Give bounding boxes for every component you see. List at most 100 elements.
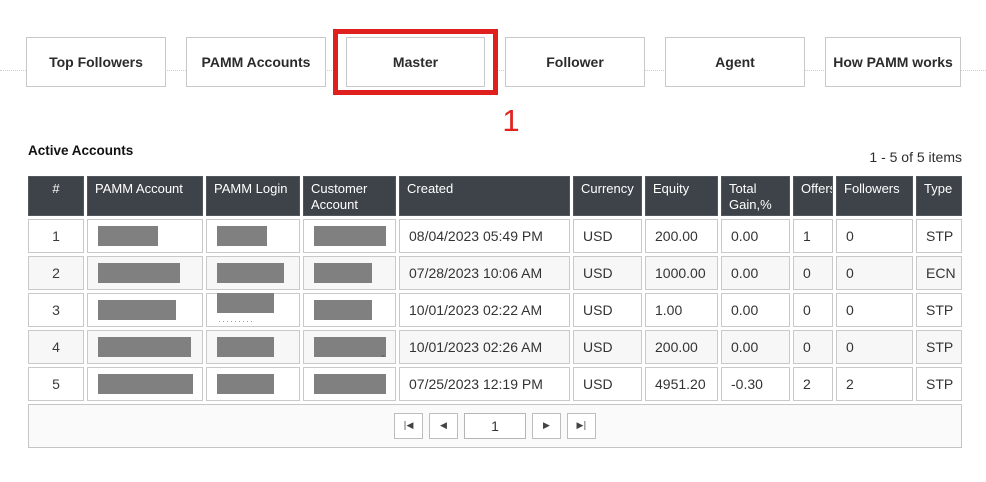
customer-account-cell	[303, 256, 396, 290]
type-cell: STP	[916, 330, 962, 364]
followers-value: 2	[846, 376, 854, 392]
prev-page-button[interactable]: ◀	[429, 413, 458, 439]
customer-account-cell	[303, 219, 396, 253]
redaction-ghost-text: ·········	[218, 318, 254, 324]
redaction-remnant-dash: -	[381, 348, 385, 362]
pamm-login-cell	[206, 330, 300, 364]
equity-value: 200.00	[655, 339, 698, 355]
tab-pamm-accounts[interactable]: PAMM Accounts	[186, 37, 326, 87]
currency-cell: USD	[573, 330, 642, 364]
pamm-account-cell	[87, 293, 203, 327]
column-header-customer-account: Customer Account	[303, 176, 396, 216]
tab-how-pamm-works[interactable]: How PAMM works	[825, 37, 961, 87]
currency-value: USD	[583, 265, 613, 281]
created-cell: 07/28/2023 10:06 AM	[399, 256, 570, 290]
annotation-step-number: 1	[495, 103, 527, 139]
pagination-bar: |◀ ◀ ▶ ▶|	[28, 404, 962, 448]
total-gain-cell: 0.00	[721, 256, 790, 290]
redacted-pamm-account	[98, 226, 158, 246]
type-value: STP	[926, 339, 953, 355]
currency-value: USD	[583, 228, 613, 244]
created-cell: 10/01/2023 02:26 AM	[399, 330, 570, 364]
column-header-type: Type	[916, 176, 962, 216]
created-cell: 08/04/2023 05:49 PM	[399, 219, 570, 253]
active-accounts-table: #PAMM AccountPAMM LoginCustomer AccountC…	[28, 176, 962, 448]
customer-account-cell	[303, 293, 396, 327]
total-gain-value: 0.00	[731, 339, 758, 355]
last-page-button[interactable]: ▶|	[567, 413, 596, 439]
row-number-cell: 1	[28, 219, 84, 253]
column-header-equity: Equity	[645, 176, 718, 216]
redacted-customer-account	[314, 263, 372, 283]
annotation-highlight-box: Master	[333, 29, 498, 95]
redacted-customer-account	[314, 374, 386, 394]
row-number-cell: 3	[28, 293, 84, 327]
currency-value: USD	[583, 302, 613, 318]
column-header-currency: Currency	[573, 176, 642, 216]
customer-account-cell	[303, 367, 396, 401]
redacted-customer-account	[314, 337, 386, 357]
type-cell: ECN	[916, 256, 962, 290]
equity-cell: 4951.20	[645, 367, 718, 401]
next-page-button[interactable]: ▶	[532, 413, 561, 439]
offers-cell: 0	[793, 256, 833, 290]
currency-cell: USD	[573, 293, 642, 327]
page-number-input[interactable]	[464, 413, 526, 439]
redacted-pamm-login	[217, 374, 274, 394]
equity-cell: 200.00	[645, 330, 718, 364]
redacted-customer-account	[314, 226, 386, 246]
column-header-#: #	[28, 176, 84, 216]
row-number-cell: 5	[28, 367, 84, 401]
offers-cell: 0	[793, 330, 833, 364]
total-gain-value: 0.00	[731, 302, 758, 318]
column-header-pamm-account: PAMM Account	[87, 176, 203, 216]
redacted-pamm-login	[217, 263, 284, 283]
redacted-pamm-login	[217, 337, 274, 357]
customer-account-cell: -	[303, 330, 396, 364]
created-value: 07/28/2023 10:06 AM	[409, 265, 542, 281]
redacted-pamm-account	[98, 337, 191, 357]
equity-value: 1.00	[655, 302, 682, 318]
type-value: STP	[926, 302, 953, 318]
type-value: STP	[926, 228, 953, 244]
followers-cell: 2	[836, 367, 913, 401]
created-cell: 10/01/2023 02:22 AM	[399, 293, 570, 327]
type-cell: STP	[916, 367, 962, 401]
currency-cell: USD	[573, 219, 642, 253]
currency-value: USD	[583, 376, 613, 392]
total-gain-value: 0.00	[731, 228, 758, 244]
followers-value: 0	[846, 302, 854, 318]
pamm-nav-tabs: Top Followers PAMM Accounts Master Follower…	[26, 29, 961, 95]
pamm-login-cell	[206, 256, 300, 290]
equity-value: 1000.00	[655, 265, 706, 281]
pamm-login-cell: ·········	[206, 293, 300, 327]
total-gain-cell: 0.00	[721, 293, 790, 327]
total-gain-cell: 0.00	[721, 219, 790, 253]
created-value: 08/04/2023 05:49 PM	[409, 228, 543, 244]
offers-value: 0	[803, 339, 811, 355]
tab-top-followers[interactable]: Top Followers	[26, 37, 166, 87]
offers-value: 0	[803, 265, 811, 281]
currency-value: USD	[583, 339, 613, 355]
tab-agent[interactable]: Agent	[665, 37, 805, 87]
followers-cell: 0	[836, 256, 913, 290]
pamm-account-cell	[87, 330, 203, 364]
redacted-pamm-login	[217, 226, 267, 246]
offers-value: 2	[803, 376, 811, 392]
equity-value: 4951.20	[655, 376, 706, 392]
followers-value: 0	[846, 228, 854, 244]
equity-cell: 1000.00	[645, 256, 718, 290]
row-number: 4	[52, 339, 60, 355]
row-number-cell: 2	[28, 256, 84, 290]
redacted-pamm-account	[98, 374, 193, 394]
tab-follower[interactable]: Follower	[505, 37, 645, 87]
page: Top Followers PAMM Accounts Master Follower…	[0, 0, 986, 482]
equity-cell: 1.00	[645, 293, 718, 327]
tab-master[interactable]: Master	[346, 37, 485, 87]
redacted-customer-account	[314, 300, 372, 320]
created-cell: 07/25/2023 12:19 PM	[399, 367, 570, 401]
row-number: 2	[52, 265, 60, 281]
first-page-button[interactable]: |◀	[394, 413, 423, 439]
offers-cell: 2	[793, 367, 833, 401]
created-value: 07/25/2023 12:19 PM	[409, 376, 543, 392]
